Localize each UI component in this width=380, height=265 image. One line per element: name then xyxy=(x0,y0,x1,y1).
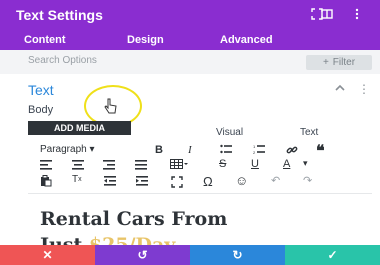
justify-icon[interactable] xyxy=(135,160,147,170)
bold-button[interactable]: B xyxy=(155,144,163,156)
format-select[interactable]: Paragraph ▾ xyxy=(40,144,95,155)
tab-content[interactable]: Content xyxy=(24,34,66,46)
chevron-up-icon[interactable] xyxy=(334,82,346,97)
more-vertical-icon[interactable] xyxy=(349,6,365,22)
footer-actions: ✕ ↺ ↻ ✓ xyxy=(0,245,380,265)
fullscreen-icon[interactable] xyxy=(171,176,183,188)
undo-icon[interactable]: ↶ xyxy=(271,174,280,187)
text-color-dropdown-icon[interactable]: ▾ xyxy=(303,158,308,169)
search-input[interactable]: Search Options xyxy=(28,55,97,66)
align-center-icon[interactable] xyxy=(72,160,84,170)
section-title[interactable]: Text xyxy=(28,82,54,98)
dropdown-arrow-icon: ▾ xyxy=(89,144,95,155)
body-label: Body xyxy=(28,104,54,116)
link-icon[interactable] xyxy=(286,144,298,156)
emoji-icon[interactable]: ☺ xyxy=(235,173,248,188)
redo-changes-button[interactable]: ↻ xyxy=(190,245,285,265)
numbered-list-button[interactable]: 12 xyxy=(253,144,265,154)
bullet-list-button[interactable] xyxy=(220,144,232,154)
underline-button[interactable]: U xyxy=(251,158,259,170)
outdent-icon[interactable] xyxy=(104,176,116,186)
filter-label: Filter xyxy=(332,57,356,68)
tab-advanced[interactable]: Advanced xyxy=(220,34,273,46)
visual-tab[interactable]: Visual xyxy=(216,127,243,138)
undo-changes-button[interactable]: ↺ xyxy=(95,245,190,265)
svg-text:1: 1 xyxy=(253,144,256,149)
text-tab[interactable]: Text xyxy=(300,127,318,138)
clear-formatting-icon[interactable]: Tx xyxy=(72,174,82,185)
close-icon: ✕ xyxy=(42,248,53,262)
text-editor[interactable]: Rental Cars From Just $25/Day xyxy=(28,193,372,246)
discard-button[interactable]: ✕ xyxy=(0,245,95,265)
search-row: Search Options + Filter xyxy=(0,50,380,74)
svg-text:2: 2 xyxy=(253,150,256,154)
redo-icon[interactable]: ↷ xyxy=(303,174,312,187)
split-view-icon[interactable] xyxy=(319,6,335,22)
indent-icon[interactable] xyxy=(136,176,148,186)
plus-icon: + xyxy=(322,57,329,68)
special-character-icon[interactable]: Ω xyxy=(203,174,213,189)
save-button[interactable]: ✓ xyxy=(285,245,380,265)
redo-icon: ↻ xyxy=(232,248,243,262)
settings-header: Text Settings Content Design Advanced xyxy=(0,0,380,50)
add-media-button[interactable]: ADD MEDIA xyxy=(28,121,131,135)
text-color-button[interactable]: A xyxy=(283,158,290,170)
paste-icon[interactable] xyxy=(40,175,52,187)
table-icon[interactable] xyxy=(170,159,188,169)
check-icon: ✓ xyxy=(327,248,338,262)
filter-button[interactable]: + Filter xyxy=(306,55,372,70)
hand-cursor-icon xyxy=(103,98,117,121)
panel-title: Text Settings xyxy=(16,7,103,23)
tab-design[interactable]: Design xyxy=(127,34,164,46)
section-menu-icon[interactable]: ⋮ xyxy=(358,82,370,96)
undo-icon: ↺ xyxy=(137,248,148,262)
strikethrough-button[interactable]: S xyxy=(219,158,226,170)
settings-tabs: Content Design Advanced xyxy=(0,32,380,50)
editor-heading-line1: Rental Cars From xyxy=(40,208,228,230)
align-left-icon[interactable] xyxy=(40,160,52,170)
italic-button[interactable]: I xyxy=(188,144,192,156)
blockquote-icon[interactable]: ❝ xyxy=(316,141,325,161)
align-right-icon[interactable] xyxy=(103,160,115,170)
